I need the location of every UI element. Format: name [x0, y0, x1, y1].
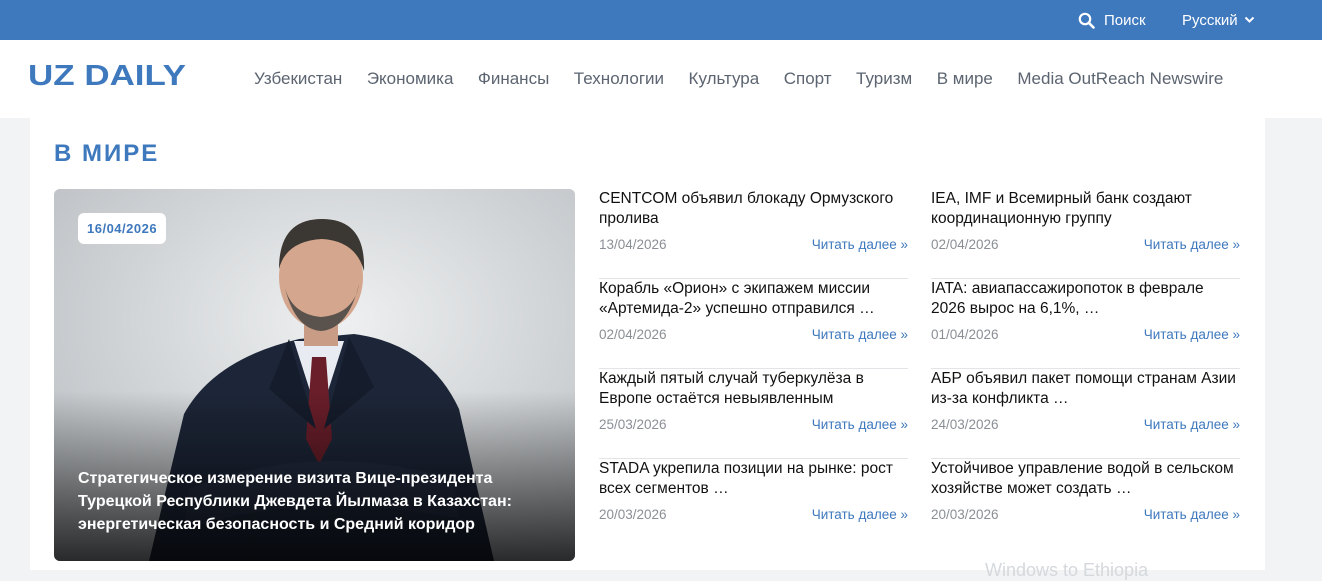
- news-item: IEA, IMF и Всемирный банк создают коорди…: [931, 189, 1240, 279]
- read-more-link[interactable]: Читать далее »: [812, 417, 908, 432]
- featured-article[interactable]: 16/04/2026 Стратегическое измерение визи…: [54, 189, 575, 561]
- news-item: Корабль «Орион» с экипажем миссии «Артем…: [599, 279, 908, 369]
- language-selector[interactable]: Русский: [1182, 10, 1255, 30]
- nav-item-culture[interactable]: Культура: [689, 69, 760, 89]
- site-logo[interactable]: UZ DAILY: [28, 59, 188, 91]
- nav-item-world[interactable]: В мире: [937, 69, 993, 89]
- news-date: 20/03/2026: [931, 507, 999, 522]
- read-more-link[interactable]: Читать далее »: [1144, 417, 1240, 432]
- svg-text:UZ DAILY: UZ DAILY: [28, 60, 186, 91]
- top-bar: Поиск Русский: [0, 0, 1322, 40]
- read-more-link[interactable]: Читать далее »: [1144, 507, 1240, 522]
- news-date: 02/04/2026: [931, 237, 999, 252]
- search-label: Поиск: [1104, 11, 1146, 29]
- read-more-link[interactable]: Читать далее »: [812, 507, 908, 522]
- news-title[interactable]: Корабль «Орион» с экипажем миссии «Артем…: [599, 279, 908, 318]
- news-date: 01/04/2026: [931, 327, 999, 342]
- faded-banner-text: Windows to Ethiopia: [985, 560, 1149, 580]
- nav-item-media-outreach[interactable]: Media OutReach Newswire: [1017, 69, 1223, 89]
- main-nav: Узбекистан Экономика Финансы Технологии …: [254, 69, 1248, 89]
- nav-item-tourism[interactable]: Туризм: [856, 69, 912, 89]
- news-item: IATA: авиапассажиропоток в феврале 2026 …: [931, 279, 1240, 369]
- language-label: Русский: [1182, 11, 1238, 29]
- news-date: 24/03/2026: [931, 417, 999, 432]
- news-title[interactable]: Устойчивое управление водой в сельском х…: [931, 459, 1240, 498]
- news-date: 20/03/2026: [599, 507, 667, 522]
- site-header: UZ DAILY Узбекистан Экономика Финансы Те…: [0, 40, 1322, 118]
- news-title[interactable]: IATA: авиапассажиропоток в феврале 2026 …: [931, 279, 1240, 318]
- read-more-link[interactable]: Читать далее »: [812, 327, 908, 342]
- news-column-2: IEA, IMF и Всемирный банк создают коорди…: [931, 189, 1240, 549]
- news-item: CENTCOM объявил блокаду Ормузского проли…: [599, 189, 908, 279]
- section-title: В МИРЕ: [54, 140, 160, 167]
- news-item: Устойчивое управление водой в сельском х…: [931, 459, 1240, 549]
- date-badge: 16/04/2026: [78, 213, 167, 244]
- news-title[interactable]: STADA укрепила позиции на рынке: рост вс…: [599, 459, 908, 498]
- nav-item-sport[interactable]: Спорт: [784, 69, 832, 89]
- news-date: 02/04/2026: [599, 327, 667, 342]
- read-more-link[interactable]: Читать далее »: [1144, 327, 1240, 342]
- news-item: Каждый пятый случай туберкулёза в Европе…: [599, 369, 908, 459]
- nav-item-uzbekistan[interactable]: Узбекистан: [254, 69, 342, 89]
- nav-item-technology[interactable]: Технологии: [574, 69, 664, 89]
- news-date: 25/03/2026: [599, 417, 667, 432]
- read-more-link[interactable]: Читать далее »: [1144, 237, 1240, 252]
- featured-title[interactable]: Стратегическое измерение визита Вице-пре…: [78, 467, 548, 536]
- search-button[interactable]: Поиск: [1078, 10, 1146, 30]
- news-title[interactable]: IEA, IMF и Всемирный банк создают коорди…: [931, 189, 1240, 228]
- news-date: 13/04/2026: [599, 237, 667, 252]
- news-item: АБР объявил пакет помощи странам Азии из…: [931, 369, 1240, 459]
- news-column-1: CENTCOM объявил блокаду Ормузского проли…: [599, 189, 908, 549]
- chevron-down-icon: [1244, 16, 1254, 23]
- nav-item-finance[interactable]: Финансы: [478, 69, 549, 89]
- news-title[interactable]: АБР объявил пакет помощи странам Азии из…: [931, 369, 1240, 408]
- search-icon: [1078, 12, 1095, 29]
- nav-item-economy[interactable]: Экономика: [367, 69, 454, 89]
- read-more-link[interactable]: Читать далее »: [812, 237, 908, 252]
- news-title[interactable]: CENTCOM объявил блокаду Ормузского проли…: [599, 189, 908, 228]
- news-item: STADA укрепила позиции на рынке: рост вс…: [599, 459, 908, 549]
- news-title[interactable]: Каждый пятый случай туберкулёза в Европе…: [599, 369, 908, 408]
